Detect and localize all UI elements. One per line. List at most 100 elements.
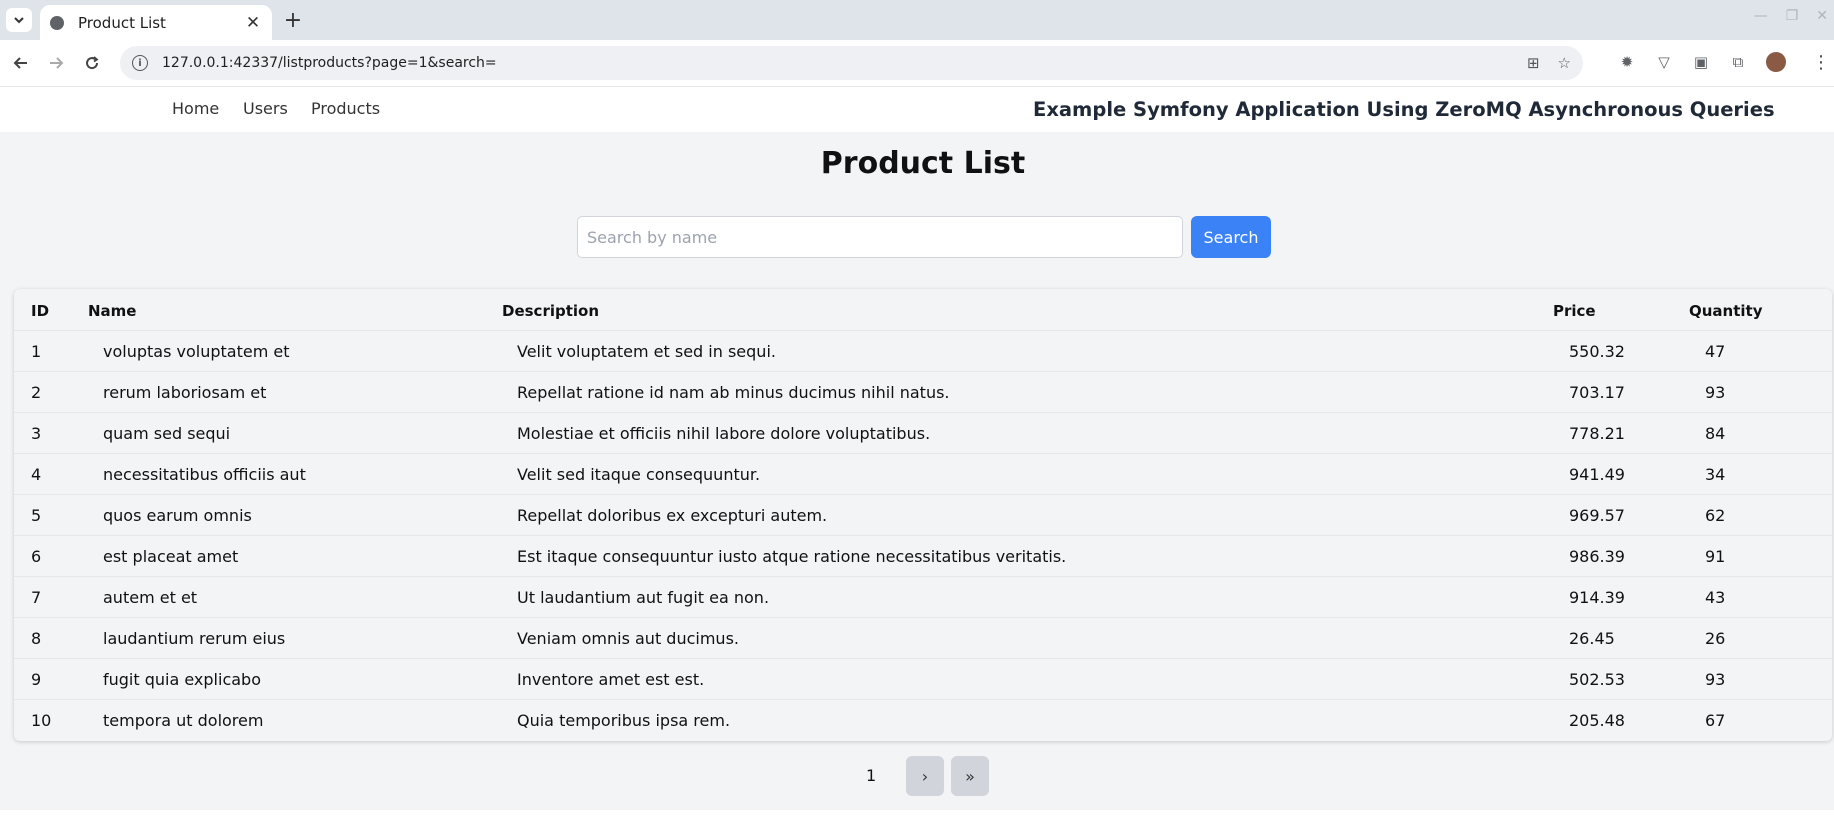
cell-description: Repellat doloribus ex excepturi autem. [517, 506, 828, 525]
puzzle-icon[interactable]: ⧉ [1729, 53, 1747, 71]
cell-id: 10 [31, 711, 52, 730]
extension-box-icon[interactable]: ▣ [1692, 53, 1710, 71]
cell-description: Ut laudantium aut fugit ea non. [517, 588, 770, 607]
address-bar[interactable]: i 127.0.0.1:42337/listproducts?page=1&se… [120, 46, 1583, 80]
table-row: 6 est placeat amet Est itaque consequuntur… [14, 536, 1832, 577]
table-header: ID Name Description Price Quantity [14, 289, 1832, 331]
cell-name: quam sed sequi [103, 424, 231, 443]
cell-id: 9 [31, 670, 42, 689]
profile-avatar[interactable] [1766, 52, 1786, 72]
cell-id: 6 [31, 547, 42, 566]
browser-menu-icon[interactable]: ⋮ [1812, 52, 1830, 73]
table-row: 2 rerum laboriosam et Repellat ratione id … [14, 372, 1832, 413]
forward-button[interactable] [43, 50, 69, 76]
table-row: 1 voluptas voluptatem et Velit voluptatem … [14, 331, 1832, 372]
cell-price: 914.39 [1569, 588, 1625, 607]
cell-id: 5 [31, 506, 42, 525]
cell-name: voluptas voluptatem et [103, 342, 290, 361]
nav-link-products[interactable]: Products [311, 99, 380, 118]
close-window-icon[interactable]: ✕ [1816, 8, 1828, 24]
column-header-id: ID [31, 302, 50, 320]
window-controls: — ❐ ✕ [1754, 8, 1834, 24]
nav-link-users[interactable]: Users [243, 99, 288, 118]
cell-name: quos earum omnis [103, 506, 252, 525]
browser-toolbar: i 127.0.0.1:42337/listproducts?page=1&se… [0, 40, 1834, 87]
cell-quantity: 93 [1705, 383, 1726, 402]
reload-button[interactable] [79, 50, 105, 76]
cell-quantity: 91 [1705, 547, 1726, 566]
cell-id: 2 [31, 383, 42, 402]
cell-quantity: 67 [1705, 711, 1726, 730]
last-page-button[interactable]: » [951, 756, 989, 796]
site-navbar: Home Users Products Example Symfony Appl… [0, 88, 1834, 132]
cell-description: Repellat ratione id nam ab minus ducimus… [517, 383, 950, 402]
new-tab-button[interactable]: + [280, 7, 306, 33]
table-row: 9 fugit quia explicabo Inventore amet est … [14, 659, 1832, 700]
site-info-icon[interactable]: i [132, 55, 148, 71]
cell-price: 703.17 [1569, 383, 1625, 402]
url-text[interactable]: 127.0.0.1:42337/listproducts?page=1&sear… [162, 55, 1509, 71]
cell-name: tempora ut dolorem [103, 711, 264, 730]
table-row: 3 quam sed sequi Molestiae et officiis nih… [14, 413, 1832, 454]
products-table: ID Name Description Price Quantity 1 volu… [14, 289, 1832, 741]
table-body: 1 voluptas voluptatem et Velit voluptatem … [14, 331, 1832, 741]
column-header-quantity: Quantity [1689, 302, 1763, 320]
cell-quantity: 84 [1705, 424, 1726, 443]
page-body: Home Users Products Example Symfony Appl… [0, 88, 1834, 834]
translate-icon[interactable]: ⊞ [1527, 54, 1540, 72]
tab-search-button[interactable] [6, 8, 32, 32]
cell-price: 969.57 [1569, 506, 1625, 525]
minimize-icon[interactable]: — [1754, 8, 1768, 24]
cell-quantity: 93 [1705, 670, 1726, 689]
column-header-price: Price [1553, 302, 1596, 320]
cell-quantity: 34 [1705, 465, 1726, 484]
current-page-number: 1 [866, 766, 877, 785]
cell-id: 3 [31, 424, 42, 443]
cell-price: 550.32 [1569, 342, 1625, 361]
cell-id: 4 [31, 465, 42, 484]
cell-price: 941.49 [1569, 465, 1625, 484]
gear-extension-icon[interactable]: ✹ [1618, 53, 1636, 71]
search-input[interactable] [577, 216, 1183, 258]
next-page-button[interactable]: › [906, 756, 944, 796]
column-header-name: Name [88, 302, 137, 320]
cell-description: Molestiae et officiis nihil labore dolor… [517, 424, 931, 443]
search-button[interactable]: Search [1191, 216, 1271, 258]
table-row: 10 tempora ut dolorem Quia temporibus ipsa… [14, 700, 1832, 741]
cell-id: 7 [31, 588, 42, 607]
cell-description: Quia temporibus ipsa rem. [517, 711, 731, 730]
chevron-down-icon [14, 17, 24, 24]
site-brand: Example Symfony Application Using ZeroMQ… [1033, 98, 1775, 121]
back-arrow-icon [13, 57, 27, 69]
extensions-area: ✹ ▽ ▣ ⧉ [1618, 52, 1786, 72]
table-row: 8 laudantium rerum eius Veniam omnis aut d… [14, 618, 1832, 659]
cell-description: Velit voluptatem et sed in sequi. [517, 342, 776, 361]
close-tab-icon[interactable]: ✕ [244, 13, 262, 33]
cell-description: Est itaque consequuntur iusto atque rati… [517, 547, 1067, 566]
cell-price: 778.21 [1569, 424, 1625, 443]
restore-icon[interactable]: ❐ [1786, 8, 1799, 24]
vuejs-devtools-icon[interactable]: ▽ [1655, 53, 1673, 71]
cell-quantity: 62 [1705, 506, 1726, 525]
cell-description: Veniam omnis aut ducimus. [517, 629, 739, 648]
cell-id: 1 [31, 342, 42, 361]
cell-price: 502.53 [1569, 670, 1625, 689]
cell-quantity: 47 [1705, 342, 1726, 361]
cell-description: Velit sed itaque consequuntur. [517, 465, 761, 484]
table-row: 4 necessitatibus officiis aut Velit sed it… [14, 454, 1832, 495]
forward-arrow-icon [50, 57, 64, 69]
browser-tab[interactable]: Product List ✕ [40, 5, 272, 40]
browser-tab-strip: Product List ✕ + — ❐ ✕ [0, 0, 1834, 40]
cell-name: necessitatibus officiis aut [103, 465, 306, 484]
nav-link-home[interactable]: Home [172, 99, 219, 118]
cell-price: 205.48 [1569, 711, 1625, 730]
cell-description: Inventore amet est est. [517, 670, 705, 689]
cell-quantity: 43 [1705, 588, 1726, 607]
table-row: 5 quos earum omnis Repellat doloribus ex e… [14, 495, 1832, 536]
cell-id: 8 [31, 629, 42, 648]
back-button[interactable] [8, 50, 34, 76]
table-row: 7 autem et et Ut laudantium aut fugit ea n… [14, 577, 1832, 618]
bookmark-star-icon[interactable]: ☆ [1558, 54, 1571, 72]
pagination: 1 › » [0, 756, 1834, 796]
column-header-description: Description [502, 302, 600, 320]
